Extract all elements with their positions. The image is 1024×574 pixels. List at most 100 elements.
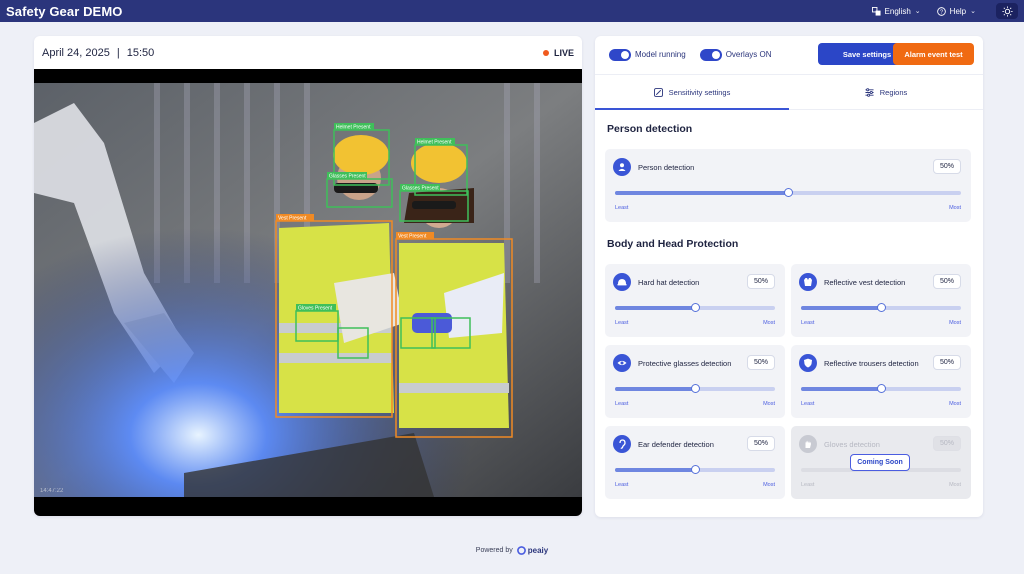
live-label: LIVE [553, 47, 574, 58]
setting-card-ear: Ear defender detection 50% Least Most [605, 426, 785, 499]
brand-logo[interactable]: peaiy [516, 546, 549, 555]
adjust-icon [865, 87, 874, 97]
slider-thumb[interactable] [876, 303, 886, 312]
settings-tabs: Sensitivity settings Regions [595, 74, 983, 110]
setting-value-input[interactable]: 50% [747, 355, 775, 370]
glove-icon [799, 435, 817, 453]
sensitivity-slider[interactable] [615, 303, 775, 312]
slider-thumb[interactable] [690, 465, 700, 474]
video-time: 15:50 [126, 46, 155, 59]
setting-card-person: Person detection 50% Least Most [605, 149, 971, 222]
slider-thumb[interactable] [876, 384, 886, 393]
theme-toggle-button[interactable] [996, 3, 1018, 19]
chevron-down-icon: ⌄ [914, 8, 921, 15]
setting-card-glasses: Protective glasses detection 50% Least M… [605, 345, 785, 418]
setting-value-input[interactable]: 50% [747, 436, 775, 451]
slider-max-label: Most [763, 320, 775, 326]
detection-label-helmet-2: Helmet Present [417, 140, 452, 146]
hard-hat-icon [613, 273, 631, 291]
slider-min-label: Least [615, 205, 629, 211]
slider-max-label: Most [763, 482, 775, 488]
model-running-toggle[interactable]: Model running [609, 48, 686, 61]
tab-regions[interactable]: Regions [789, 75, 983, 109]
tab-sensitivity-label: Sensitivity settings [668, 87, 731, 97]
detection-label-glasses-1: Glasses Present [329, 174, 366, 180]
toggle-switch[interactable] [609, 48, 631, 61]
setting-label: Reflective trousers detection [824, 359, 919, 368]
chevron-down-icon: ⌄ [970, 8, 976, 15]
slider-min-label: Least [801, 320, 815, 326]
video-header: April 24, 2025 | 15:50 LIVE [34, 36, 582, 69]
powered-by-label: Powered by [475, 547, 513, 554]
brand-name: peaiy [527, 546, 549, 555]
help-icon: ? [936, 6, 946, 16]
slider-min-label: Least [615, 320, 629, 326]
setting-card-vest: Reflective vest detection 50% Least Most [791, 264, 971, 337]
help-menu[interactable]: ? Help ⌄ [936, 6, 976, 16]
setting-card-gloves: Gloves detection 50% Least Most Coming S… [791, 426, 971, 499]
sensitivity-slider[interactable] [615, 465, 775, 474]
slider-max-label: Most [949, 320, 961, 326]
timestamp-overlay: 14:47:22 [40, 488, 64, 494]
slider-thumb[interactable] [783, 188, 793, 197]
detection-label-vest-2: Vest Present [398, 234, 427, 240]
tab-sensitivity-settings[interactable]: Sensitivity settings [595, 75, 789, 110]
toggle-switch[interactable] [699, 48, 722, 61]
video-stream[interactable]: Helmet Present Helmet Present Glasses Pr… [34, 69, 582, 516]
slider-thumb[interactable] [690, 384, 700, 393]
language-selector[interactable]: English ⌄ [871, 6, 921, 16]
eye-icon [613, 354, 631, 372]
slider-min-label: Least [801, 482, 815, 488]
setting-value-input[interactable]: 50% [747, 274, 775, 289]
sliders-icon [653, 87, 663, 97]
alarm-event-test-button[interactable]: Alarm event test [893, 43, 974, 65]
detection-label-gloves-1: Gloves Present [298, 306, 333, 312]
top-bar: Safety Gear DEMO English ⌄ ? Help ⌄ [0, 0, 1024, 22]
setting-card-hard-hat: Hard hat detection 50% Least Most [605, 264, 785, 337]
slider-max-label: Most [949, 401, 961, 407]
slider-min-label: Least [615, 482, 629, 488]
detection-label-glasses-2: Glasses Present [402, 186, 439, 192]
setting-value-input: 50% [933, 436, 961, 451]
shield-icon [799, 354, 817, 372]
sensitivity-slider[interactable] [615, 188, 961, 197]
overlays-label: Overlays ON [725, 50, 772, 59]
setting-label: Protective glasses detection [638, 359, 732, 368]
language-label: English [884, 6, 911, 16]
setting-value-input[interactable]: 50% [933, 159, 961, 174]
live-dot-icon [542, 49, 549, 56]
translate-icon [871, 6, 881, 16]
setting-value-input[interactable]: 50% [933, 274, 961, 289]
video-card: April 24, 2025 | 15:50 LIVE Helmet Prese… [34, 36, 582, 516]
setting-card-trousers: Reflective trousers detection 50% Least … [791, 345, 971, 418]
sensitivity-slider[interactable] [801, 384, 961, 393]
slider-max-label: Most [949, 482, 961, 488]
coming-soon-badge: Coming Soon [850, 454, 910, 471]
divider: | [116, 46, 120, 59]
tab-regions-label: Regions [879, 87, 908, 97]
settings-panel: Model running Overlays ON Save settings … [595, 36, 983, 517]
sensitivity-slider[interactable] [801, 303, 961, 312]
slider-max-label: Most [763, 401, 775, 407]
setting-label: Person detection [638, 163, 695, 172]
setting-label: Ear defender detection [638, 440, 714, 449]
setting-value-input[interactable]: 50% [933, 355, 961, 370]
live-indicator: LIVE [542, 47, 574, 58]
setting-label: Hard hat detection [638, 278, 700, 287]
peaiy-logo-icon [516, 546, 526, 555]
model-running-label: Model running [635, 50, 686, 59]
setting-label: Gloves detection [824, 440, 880, 449]
sensitivity-slider[interactable] [615, 384, 775, 393]
sun-icon [1001, 5, 1013, 17]
app-title: Safety Gear DEMO [6, 3, 123, 19]
vest-icon [799, 273, 817, 291]
footer: Powered by peaiy [0, 546, 1024, 555]
overlays-toggle[interactable]: Overlays ON [699, 48, 772, 61]
slider-min-label: Least [801, 401, 815, 407]
person-icon [613, 158, 631, 176]
help-label: Help [949, 6, 967, 16]
camera-feed-scene: Helmet Present Helmet Present Glasses Pr… [34, 83, 582, 497]
section-title-person: Person detection [607, 123, 693, 135]
slider-thumb[interactable] [690, 303, 700, 312]
slider-min-label: Least [615, 401, 629, 407]
